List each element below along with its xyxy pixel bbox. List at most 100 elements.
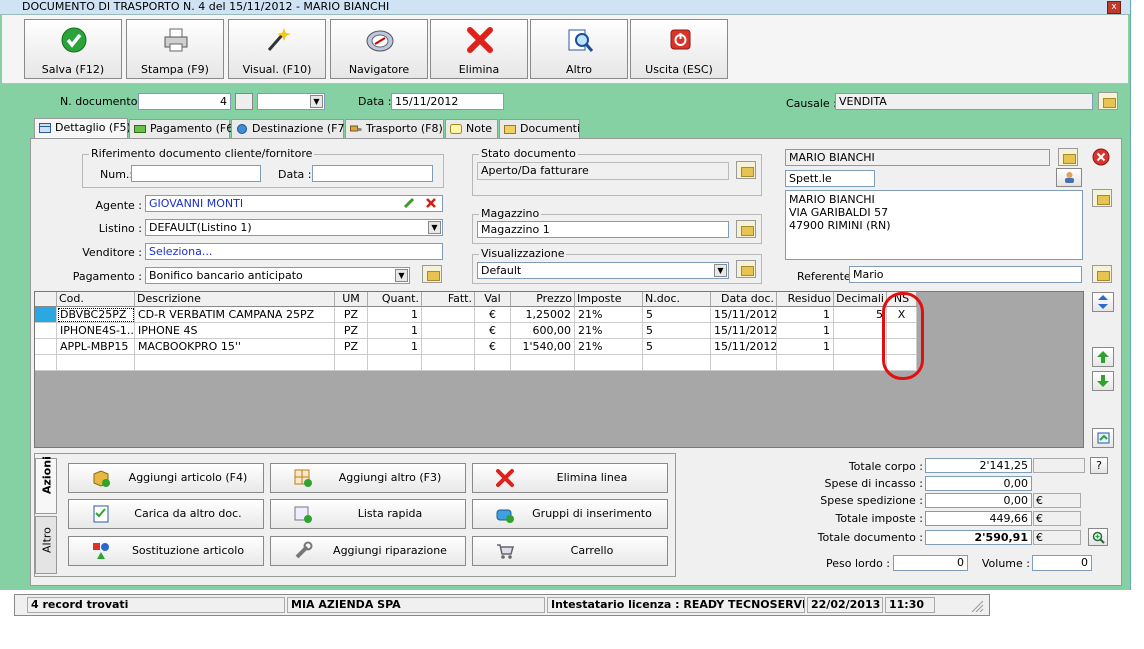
address-folder-button[interactable] (1092, 189, 1112, 207)
cart-button[interactable]: Carrello (472, 536, 668, 566)
preview-button[interactable]: Visual. (F10) (228, 19, 326, 79)
cell-datadoc[interactable]: 15/11/2012 (711, 323, 777, 339)
tab-trasporto[interactable]: Trasporto (F8) (345, 119, 444, 139)
cell-val[interactable]: € (475, 339, 511, 355)
cell-decimali[interactable]: 5 (834, 307, 887, 323)
cell-fatt[interactable] (422, 307, 475, 323)
cliente-folder-button[interactable] (1058, 148, 1078, 166)
cell-descrizione[interactable] (135, 355, 335, 371)
tab-destinazione[interactable]: Destinazione (F7) (231, 119, 349, 139)
replace-item-button[interactable]: Sostituzione articolo (68, 536, 264, 566)
cell-um[interactable]: PZ (335, 339, 368, 355)
cell-quant[interactable]: 1 (368, 323, 422, 339)
referente-input[interactable]: Mario (849, 266, 1082, 283)
cell-imposte[interactable]: 21% (575, 307, 643, 323)
visualizzazione-folder-button[interactable] (736, 260, 756, 278)
move-up-button[interactable] (1092, 347, 1114, 367)
cell-ndoc[interactable]: 5 (643, 339, 711, 355)
zoom-totals-button[interactable] (1088, 528, 1108, 546)
tab-note[interactable]: Note (445, 119, 498, 139)
col-header-um[interactable]: UM (335, 292, 368, 307)
cell-um[interactable] (335, 355, 368, 371)
peso-value[interactable]: 0 (893, 555, 968, 571)
col-header-residuo[interactable]: Residuo (777, 292, 834, 307)
cell-decimali[interactable] (834, 323, 887, 339)
stato-folder-button[interactable] (736, 161, 756, 179)
cell-decimali[interactable] (834, 339, 887, 355)
cell-imposte[interactable]: 21% (575, 323, 643, 339)
volume-value[interactable]: 0 (1032, 555, 1092, 571)
print-button[interactable]: Stampa (F9) (126, 19, 224, 79)
exit-button[interactable]: Uscita (ESC) (630, 19, 728, 79)
move-top-button[interactable] (1092, 292, 1114, 312)
spese-incasso-value[interactable]: 0,00 (925, 476, 1032, 491)
cell-residuo[interactable] (777, 355, 834, 371)
cell-ndoc[interactable]: 5 (643, 307, 711, 323)
cell-decimali[interactable] (834, 355, 887, 371)
cell-cod[interactable]: DBVBC25PZ (57, 307, 135, 323)
causale-input[interactable]: VENDITA (835, 93, 1093, 110)
cell-fatt[interactable] (422, 355, 475, 371)
venditore-input[interactable]: Seleziona... (145, 243, 443, 260)
cell-cod[interactable]: IPHONE4S-1... (57, 323, 135, 339)
visualizzazione-select[interactable]: Default ▼ (477, 262, 729, 279)
referente-folder-button[interactable] (1092, 265, 1112, 283)
row-selector[interactable] (35, 323, 57, 339)
tab-azioni[interactable]: Azioni (35, 456, 57, 514)
cell-prezzo[interactable]: 600,00 (511, 323, 575, 339)
cell-val[interactable]: € (475, 323, 511, 339)
cell-prezzo[interactable] (511, 355, 575, 371)
col-header-fatt[interactable]: Fatt. (422, 292, 475, 307)
save-button[interactable]: Salva (F12) (24, 19, 122, 79)
pagamento-select[interactable]: Bonifico bancario anticipato ▼ (145, 267, 410, 284)
cell-um[interactable]: PZ (335, 307, 368, 323)
cell-prezzo[interactable]: 1,25002 (511, 307, 575, 323)
col-header-imposte[interactable]: Imposte (575, 292, 643, 307)
add-other-button[interactable]: Aggiungi altro (F3) (270, 463, 466, 493)
row-selector[interactable] (35, 339, 57, 355)
other-button[interactable]: Altro (530, 19, 628, 79)
move-down-button[interactable] (1092, 371, 1114, 391)
cell-ndoc[interactable] (643, 355, 711, 371)
cell-val[interactable] (475, 355, 511, 371)
col-header-val[interactable]: Val (475, 292, 511, 307)
cell-cod[interactable] (57, 355, 135, 371)
navigator-button[interactable]: Navigatore (330, 19, 428, 79)
cliente-address-box[interactable]: MARIO BIANCHI VIA GARIBALDI 57 47900 RIM… (785, 190, 1083, 260)
tab-altro[interactable]: Altro (35, 516, 57, 574)
delete-line-button[interactable]: Elimina linea (472, 463, 668, 493)
document-lines-grid[interactable]: Cod. Descrizione UM Quant. Fatt. Val Pre… (34, 291, 1084, 448)
agente-input[interactable]: GIOVANNI MONTI (145, 195, 443, 212)
col-header-cod[interactable]: Cod. (57, 292, 135, 307)
cell-cod[interactable]: APPL-MBP15 (57, 339, 135, 355)
cell-datadoc[interactable]: 15/11/2012 (711, 339, 777, 355)
tab-documenti[interactable]: Documenti (499, 119, 580, 139)
col-header-prezzo[interactable]: Prezzo (511, 292, 575, 307)
magazzino-folder-button[interactable] (736, 220, 756, 238)
cell-residuo[interactable]: 1 (777, 339, 834, 355)
spese-spedizione-value[interactable]: 0,00 (925, 493, 1032, 508)
cell-residuo[interactable]: 1 (777, 307, 834, 323)
col-header-ndoc[interactable]: N.doc. (643, 292, 711, 307)
cell-quant[interactable]: 1 (368, 339, 422, 355)
cell-datadoc[interactable] (711, 355, 777, 371)
add-item-button[interactable]: Aggiungi articolo (F4) (68, 463, 264, 493)
ndoc-extra-button[interactable] (235, 93, 253, 110)
ndoc-series-select[interactable]: ▼ (257, 93, 325, 110)
tab-dettaglio[interactable]: Dettaglio (F5) (34, 118, 131, 139)
cell-imposte[interactable] (575, 355, 643, 371)
add-repair-button[interactable]: Aggiungi riparazione (270, 536, 466, 566)
close-window-button[interactable]: x (1107, 1, 1121, 14)
quick-list-button[interactable]: Lista rapida (270, 499, 466, 529)
cell-prezzo[interactable]: 1'540,00 (511, 339, 575, 355)
pagamento-folder-button[interactable] (422, 265, 442, 283)
contact-card-button[interactable] (1056, 168, 1082, 187)
row-selector[interactable] (35, 355, 57, 371)
cliente-name-input[interactable]: MARIO BIANCHI (785, 149, 1050, 166)
cell-fatt[interactable] (422, 323, 475, 339)
col-header-descrizione[interactable]: Descrizione (135, 292, 335, 307)
cell-quant[interactable] (368, 355, 422, 371)
resize-grip-icon[interactable] (970, 600, 984, 613)
date-input[interactable]: 15/11/2012 (391, 93, 504, 110)
insert-groups-button[interactable]: Gruppi di inserimento (472, 499, 668, 529)
